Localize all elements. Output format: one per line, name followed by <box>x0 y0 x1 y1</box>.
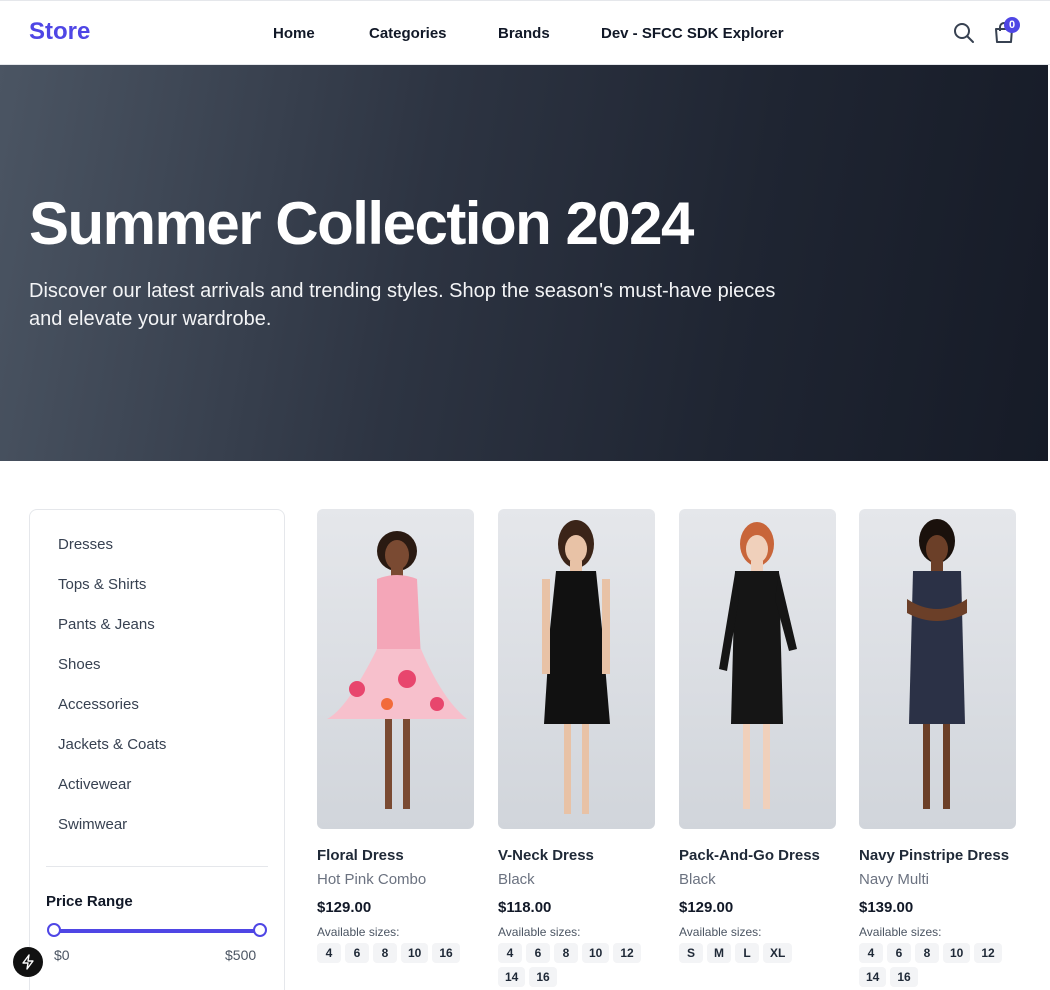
product-color: Hot Pink Combo <box>317 871 427 888</box>
size-chip[interactable]: 16 <box>529 967 557 987</box>
size-chip[interactable]: 12 <box>974 943 1002 963</box>
size-chip[interactable]: 8 <box>373 943 397 963</box>
product-card[interactable]: Floral Dress Hot Pink Combo $129.00 Avai… <box>317 509 474 963</box>
lightning-icon <box>22 954 34 970</box>
product-color: Navy Multi <box>859 871 930 888</box>
size-chip[interactable]: 16 <box>890 967 918 987</box>
product-image[interactable] <box>679 509 836 829</box>
sizes-label: Available sizes: <box>317 925 400 939</box>
nav-home[interactable]: Home <box>273 25 315 42</box>
product-price: $129.00 <box>317 899 372 916</box>
product-color: Black <box>498 871 535 888</box>
sizes-label: Available sizes: <box>498 925 581 939</box>
category-pants-jeans[interactable]: Pants & Jeans <box>58 616 155 633</box>
size-chip[interactable]: 14 <box>498 967 526 987</box>
product-card[interactable]: V-Neck Dress Black $118.00 Available siz… <box>498 509 655 987</box>
size-list: 4 6 8 10 12 14 16 <box>859 943 1019 987</box>
size-chip[interactable]: 8 <box>554 943 578 963</box>
product-name[interactable]: Navy Pinstripe Dress <box>859 847 1009 864</box>
size-chip[interactable]: 14 <box>859 967 887 987</box>
price-range-label: Price Range <box>46 893 133 910</box>
product-card[interactable]: Pack-And-Go Dress Black $129.00 Availabl… <box>679 509 836 963</box>
nav-categories[interactable]: Categories <box>369 25 447 42</box>
product-card[interactable]: Navy Pinstripe Dress Navy Multi $139.00 … <box>859 509 1016 987</box>
product-price: $118.00 <box>498 899 552 916</box>
category-tops-shirts[interactable]: Tops & Shirts <box>58 576 146 593</box>
price-max-handle[interactable] <box>253 923 267 937</box>
size-chip[interactable]: 6 <box>887 943 911 963</box>
hero-banner: Summer Collection 2024 Discover our late… <box>0 65 1048 461</box>
size-chip[interactable]: 4 <box>317 943 341 963</box>
product-name[interactable]: Pack-And-Go Dress <box>679 847 820 864</box>
size-chip[interactable]: 16 <box>432 943 460 963</box>
size-chip[interactable]: 10 <box>401 943 429 963</box>
size-chip[interactable]: 4 <box>498 943 522 963</box>
size-chip[interactable]: 6 <box>526 943 550 963</box>
price-range-slider[interactable] <box>54 929 260 933</box>
price-min-value: $0 <box>54 947 70 963</box>
category-jackets-coats[interactable]: Jackets & Coats <box>58 736 166 753</box>
product-color: Black <box>679 871 716 888</box>
product-price: $129.00 <box>679 899 734 916</box>
size-chip[interactable]: XL <box>763 943 793 963</box>
size-chip[interactable]: 6 <box>345 943 369 963</box>
product-price: $139.00 <box>859 899 914 916</box>
category-accessories[interactable]: Accessories <box>58 696 139 713</box>
product-image[interactable] <box>859 509 1016 829</box>
category-activewear[interactable]: Activewear <box>58 776 131 793</box>
site-header: Store Home Categories Brands Dev - SFCC … <box>0 0 1050 65</box>
product-name[interactable]: V-Neck Dress <box>498 847 594 864</box>
lightning-button[interactable] <box>13 947 43 977</box>
size-chip[interactable]: 12 <box>613 943 641 963</box>
sizes-label: Available sizes: <box>859 925 942 939</box>
price-min-handle[interactable] <box>47 923 61 937</box>
store-logo[interactable]: Store <box>29 18 90 46</box>
size-chip[interactable]: 4 <box>859 943 883 963</box>
size-chip[interactable]: 8 <box>915 943 939 963</box>
size-chip[interactable]: 10 <box>582 943 610 963</box>
price-max-value: $500 <box>225 947 257 963</box>
size-list: S M L XL <box>679 943 839 963</box>
filter-sidebar: Dresses Tops & Shirts Pants & Jeans Shoe… <box>29 509 285 990</box>
size-chip[interactable]: 10 <box>943 943 971 963</box>
hero-subtitle: Discover our latest arrivals and trendin… <box>29 280 776 330</box>
product-name[interactable]: Floral Dress <box>317 847 404 864</box>
search-icon[interactable] <box>952 21 976 45</box>
cart-count-badge: 0 <box>1004 17 1020 33</box>
category-shoes[interactable]: Shoes <box>58 656 101 673</box>
nav-sdk-explorer[interactable]: Dev - SFCC SDK Explorer <box>601 25 784 42</box>
hero-title: Summer Collection 2024 <box>29 190 694 257</box>
product-image[interactable] <box>498 509 655 829</box>
size-chip[interactable]: M <box>707 943 731 963</box>
nav-brands[interactable]: Brands <box>498 25 550 42</box>
category-dresses[interactable]: Dresses <box>58 536 113 553</box>
size-list: 4 6 8 10 16 <box>317 943 477 963</box>
sidebar-divider <box>46 866 268 867</box>
size-chip[interactable]: S <box>679 943 703 963</box>
sizes-label: Available sizes: <box>679 925 762 939</box>
size-chip[interactable]: L <box>735 943 759 963</box>
category-swimwear[interactable]: Swimwear <box>58 816 127 833</box>
product-image[interactable] <box>317 509 474 829</box>
size-list: 4 6 8 10 12 14 16 <box>498 943 658 987</box>
